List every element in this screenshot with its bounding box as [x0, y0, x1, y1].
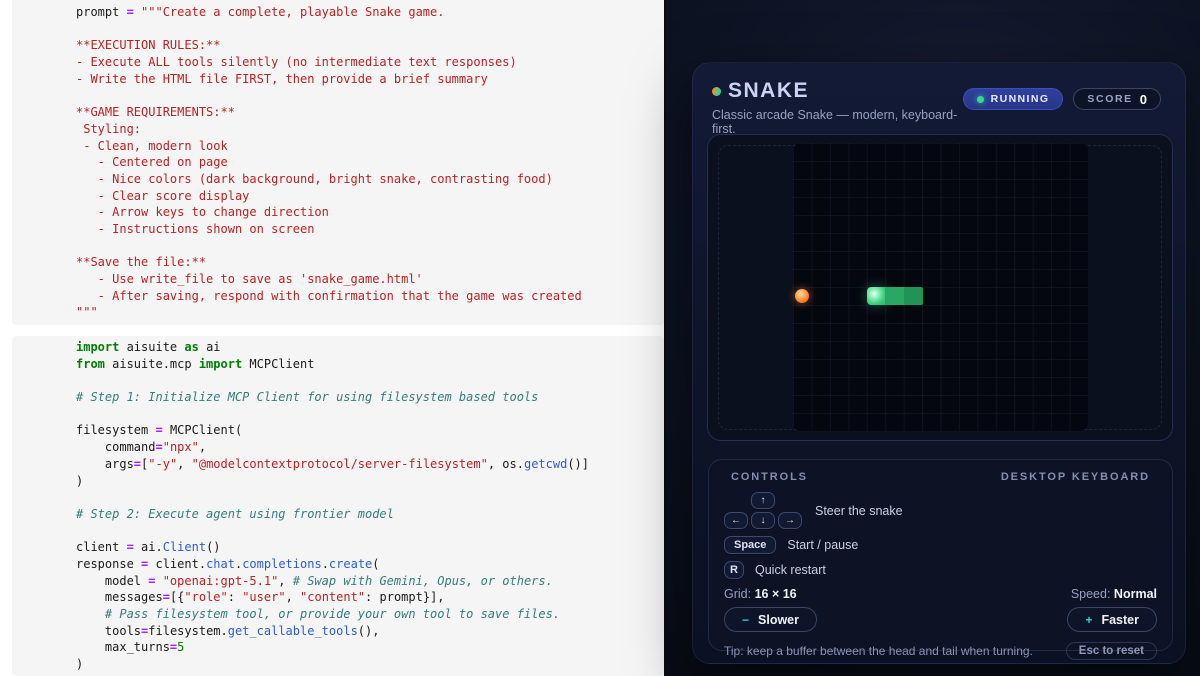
snake-app-card: SNAKE Classic arcade Snake — modern, key… — [692, 62, 1186, 664]
grid-size-readout: Grid: 16 × 16 — [724, 587, 797, 601]
snake-app-pane: SNAKE Classic arcade Snake — modern, key… — [664, 0, 1200, 676]
tip-text: Tip: keep a buffer between the head and … — [724, 644, 1033, 658]
start-pause-label: Start / pause — [787, 538, 858, 552]
space-key[interactable]: Space — [724, 536, 776, 554]
arrow-right-key[interactable]: → — [778, 512, 802, 529]
score-badge: SCORE 0 — [1073, 88, 1161, 110]
minus-icon: − — [742, 613, 749, 627]
controls-mode-label: DESKTOP KEYBOARD — [1001, 471, 1150, 483]
game-board — [707, 134, 1173, 441]
running-dot-icon — [977, 96, 984, 103]
faster-button[interactable]: + Faster — [1067, 607, 1157, 632]
title-block: SNAKE Classic arcade Snake — modern, key… — [712, 79, 963, 136]
steer-label: Steer the snake — [815, 504, 903, 518]
plus-icon: + — [1085, 613, 1092, 627]
status-dot-icon — [712, 87, 721, 96]
app-header: SNAKE Classic arcade Snake — modern, key… — [693, 63, 1185, 136]
notebook-pane: prompt = """Create a complete, playable … — [0, 0, 664, 676]
controls-panel: CONTROLS DESKTOP KEYBOARD ↑ ← ↓ → Steer … — [708, 459, 1173, 651]
agent-code-editor[interactable]: import aisuite as aifrom aisuite.mcp imp… — [76, 339, 656, 673]
running-label: RUNNING — [991, 93, 1050, 105]
snake-body-segment — [885, 287, 904, 305]
status-pills: RUNNING SCORE 0 — [963, 88, 1161, 110]
game-grid[interactable] — [793, 143, 1088, 431]
code-cell-agent[interactable]: import aisuite as aifrom aisuite.mcp imp… — [12, 336, 664, 676]
score-value: 0 — [1140, 92, 1147, 107]
cell-divider — [0, 325, 664, 336]
controls-title: CONTROLS — [731, 471, 808, 483]
code-cell-prompt[interactable]: prompt = """Create a complete, playable … — [12, 0, 664, 325]
r-key[interactable]: R — [724, 561, 744, 579]
arrow-down-key[interactable]: ↓ — [751, 512, 775, 529]
snake-head — [867, 287, 886, 305]
prompt-code-editor[interactable]: prompt = """Create a complete, playable … — [76, 4, 656, 321]
arrow-keypad: ↑ ← ↓ → — [724, 492, 802, 529]
arrow-left-key[interactable]: ← — [724, 512, 748, 529]
running-status-badge: RUNNING — [963, 88, 1064, 110]
score-label: SCORE — [1087, 93, 1132, 105]
quick-restart-label: Quick restart — [755, 563, 826, 577]
speed-readout: Speed: Normal — [1071, 587, 1157, 601]
page-title: SNAKE — [728, 79, 809, 103]
snake-body-segment — [904, 287, 923, 305]
arrow-up-key[interactable]: ↑ — [751, 492, 775, 509]
food-pellet — [795, 289, 809, 303]
slower-button[interactable]: − Slower — [724, 607, 817, 632]
esc-reset-button[interactable]: Esc to reset — [1066, 642, 1157, 660]
app-subtitle: Classic arcade Snake — modern, keyboard-… — [712, 108, 963, 136]
